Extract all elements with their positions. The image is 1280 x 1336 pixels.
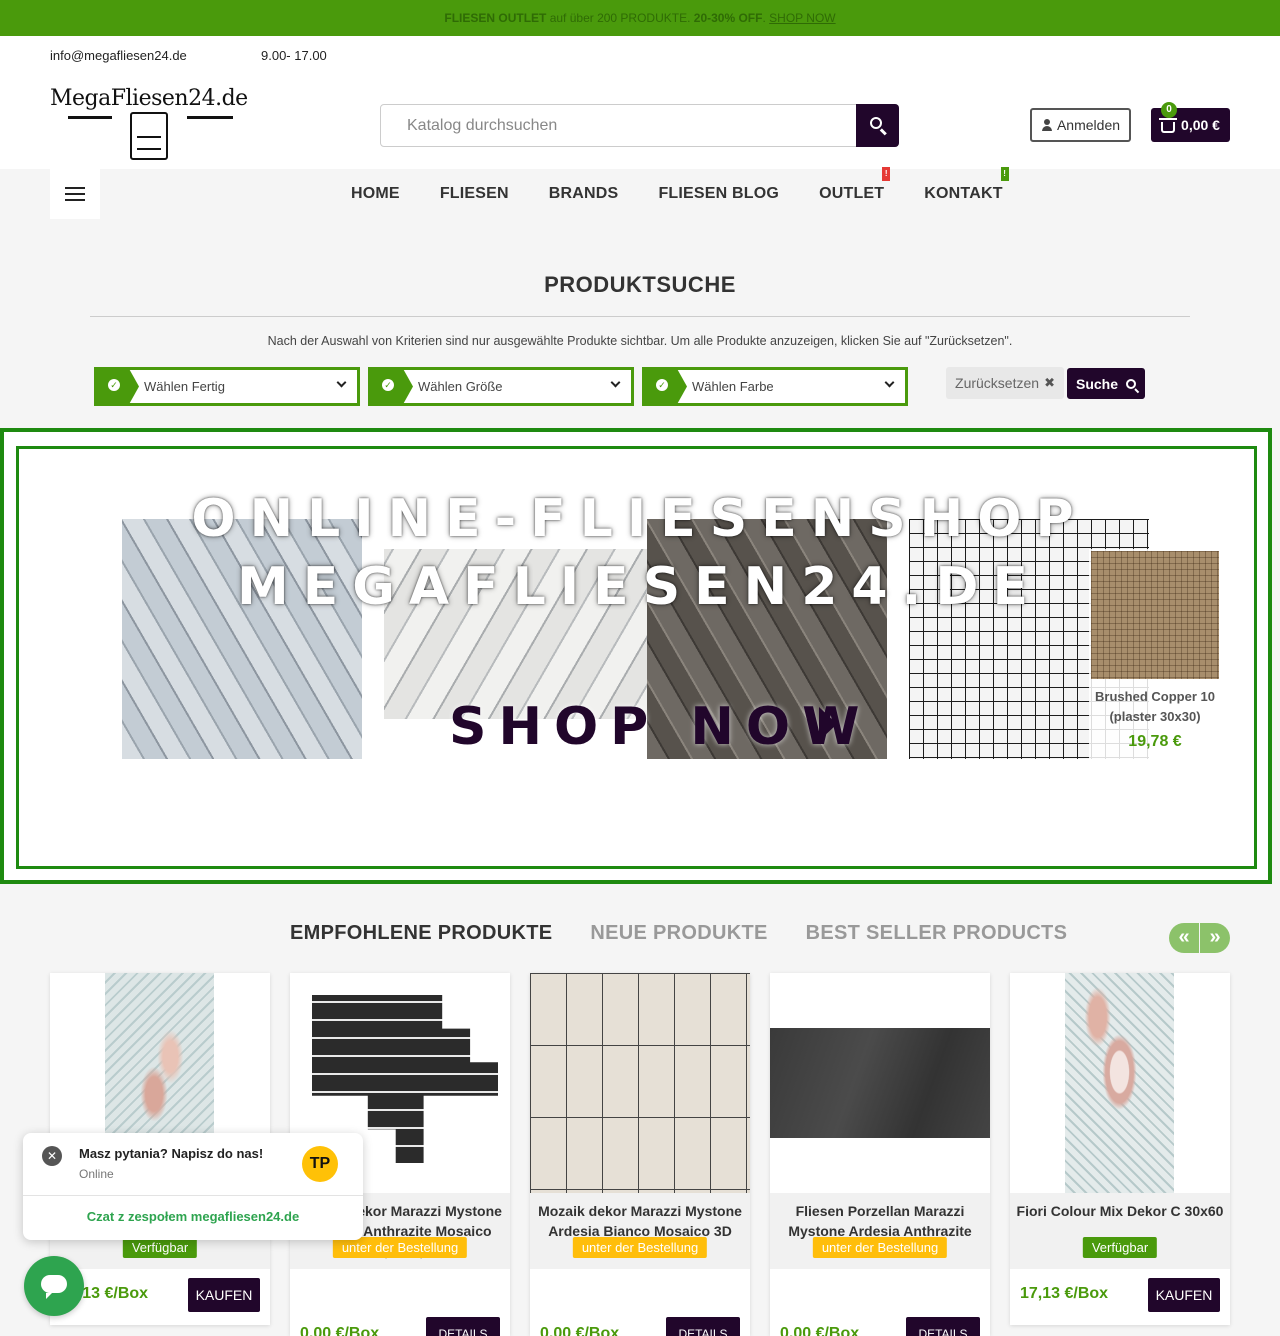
search-icon <box>1126 378 1136 389</box>
search-box <box>380 104 899 147</box>
nav-item-home[interactable]: HOME <box>331 169 420 219</box>
product-price: 0,00 €/Box <box>780 1325 860 1336</box>
chevron-down-icon <box>884 377 895 388</box>
chevron-down-icon <box>336 377 347 388</box>
product-search-title: PRODUKTSUCHE <box>544 272 736 297</box>
search-button[interactable] <box>856 104 899 147</box>
chat-status: Online <box>79 1167 114 1181</box>
status-badge: Verfügbar <box>122 1237 198 1258</box>
tile-image-chevron-grey <box>122 519 362 759</box>
cart-total: 0,00 € <box>1181 117 1220 133</box>
login-button[interactable]: Anmelden <box>1030 108 1131 142</box>
logo-towel-icon <box>130 112 168 160</box>
double-chevron-right-icon[interactable]: » <box>1200 923 1230 953</box>
play-arrow-icon <box>819 707 837 741</box>
hero-shop-now-link[interactable]: SHOP NOW <box>449 697 871 757</box>
product-image[interactable] <box>1010 973 1230 1193</box>
tab-featured[interactable]: EMPFOHLENE PRODUKTE <box>271 922 571 945</box>
hamburger-icon <box>65 187 85 189</box>
logo-text: MegaFliesen24.de <box>50 86 248 111</box>
status-badge: unter der Bestellung <box>572 1237 708 1258</box>
search-input[interactable] <box>381 105 857 146</box>
product-card[interactable]: Fiori Colour Mix Dekor C 30x60 Verfügbar… <box>1010 973 1230 1325</box>
product-name[interactable]: Fiori Colour Mix Dekor C 30x60 <box>1010 1201 1230 1221</box>
chat-popup: ✕ Masz pytania? Napisz do nas! Online TP… <box>23 1133 363 1240</box>
site-header: info@megafliesen24.de 9.00- 17.00 MegaFl… <box>0 36 1280 169</box>
contact-email[interactable]: info@megafliesen24.de <box>50 48 187 63</box>
product-search-note: Nach der Auswahl von Kriterien sind nur … <box>267 334 1013 348</box>
hamburger-menu-button[interactable] <box>50 169 100 219</box>
cart-button[interactable]: 0 0,00 € <box>1151 102 1230 142</box>
status-badge: unter der Bestellung <box>332 1237 468 1258</box>
check-icon <box>97 370 139 403</box>
chat-bubble-icon <box>41 1275 67 1299</box>
login-label: Anmelden <box>1056 117 1121 133</box>
details-button[interactable]: DETAILS <box>906 1317 980 1336</box>
product-card[interactable]: Fliesen Porzellan Marazzi Mystone Ardesi… <box>770 973 990 1336</box>
kontakt-badge: ! <box>1000 167 1009 181</box>
featured-product-price: 19,78 € <box>1128 733 1182 750</box>
cart-count-badge: 0 <box>1161 102 1177 118</box>
promo-shop-now-link[interactable]: SHOP NOW <box>769 11 835 25</box>
tab-bestseller[interactable]: BEST SELLER PRODUCTS <box>787 922 1087 945</box>
details-button[interactable]: DETAILS <box>666 1317 740 1336</box>
divider <box>23 1195 363 1196</box>
main-nav: HOME FLIESEN BRANDS FLIESEN BLOG OUTLET!… <box>331 167 1023 219</box>
promo-discount: 20-30% OFF <box>693 11 763 25</box>
buy-button[interactable]: KAUFEN <box>188 1278 260 1312</box>
product-price: 0,00 €/Box <box>300 1325 380 1336</box>
details-button[interactable]: DETAILS <box>426 1317 500 1336</box>
buy-button[interactable]: KAUFEN <box>1148 1278 1220 1312</box>
status-badge: unter der Bestellung <box>812 1237 948 1258</box>
nav-item-fliesen[interactable]: FLIESEN <box>420 169 529 219</box>
close-icon[interactable]: ✕ <box>42 1146 62 1166</box>
featured-product-name: Brushed Copper 10 (plaster 30x30) <box>1095 689 1215 724</box>
close-icon: ✖ <box>1044 375 1055 390</box>
opening-hours: 9.00- 17.00 <box>261 48 327 63</box>
outlet-badge: ! <box>882 167 891 181</box>
tab-new[interactable]: NEUE PRODUKTE <box>571 922 786 945</box>
product-price: 0,00 €/Box <box>540 1325 620 1336</box>
nav-item-outlet[interactable]: OUTLET! <box>799 167 904 219</box>
avatar: TP <box>302 1146 338 1182</box>
check-icon <box>645 370 687 403</box>
hero-banner[interactable]: Brushed Copper 10 (plaster 30x30) 19,78 … <box>0 428 1272 884</box>
carousel-arrows: « » <box>1169 923 1230 953</box>
chat-title: Masz pytania? Napisz do nas! <box>79 1146 264 1161</box>
user-icon <box>1041 119 1053 131</box>
chat-start-link[interactable]: Czat z zespołem megafliesen24.de <box>23 1209 363 1224</box>
product-price: 17,13 €/Box <box>1020 1285 1109 1302</box>
check-icon <box>371 370 413 403</box>
promo-bar: FLIESEN OUTLET auf über 200 PRODUKTE. 20… <box>0 0 1280 36</box>
chat-open-button[interactable] <box>24 1256 84 1316</box>
chevron-down-icon <box>610 377 621 388</box>
hero-subheadline: MEGAFLIESEN24.DE <box>236 557 1042 617</box>
promo-text: auf über 200 PRODUKTE. <box>546 11 694 25</box>
hero-headline: ONLINE-FLIESENSHOP <box>191 489 1088 549</box>
double-chevron-left-icon[interactable]: « <box>1169 923 1199 953</box>
divider <box>90 316 1190 317</box>
basket-icon <box>1159 117 1178 133</box>
nav-item-blog[interactable]: FLIESEN BLOG <box>638 169 799 219</box>
filter-finish-select[interactable]: Wählen Fertig <box>94 367 360 406</box>
filter-size-select[interactable]: Wählen Größe <box>368 367 634 406</box>
product-image[interactable] <box>770 973 990 1193</box>
logo-bar-left <box>68 116 112 119</box>
filter-search-button[interactable]: Suche <box>1067 368 1145 399</box>
nav-item-kontakt[interactable]: KONTAKT! <box>904 167 1022 219</box>
product-tabs: EMPFOHLENE PRODUKTE NEUE PRODUKTE BEST S… <box>271 922 1086 945</box>
reset-button[interactable]: Zurücksetzen ✖ <box>946 367 1064 399</box>
search-icon <box>870 117 882 129</box>
logo-bar-right <box>187 116 233 119</box>
product-image[interactable] <box>530 973 750 1193</box>
site-logo[interactable]: MegaFliesen24.de <box>50 86 250 162</box>
nav-item-brands[interactable]: BRANDS <box>529 169 639 219</box>
status-badge: Verfügbar <box>1082 1237 1158 1258</box>
product-card[interactable]: Mozaik dekor Marazzi Mystone Ardesia Bia… <box>530 973 750 1336</box>
filter-color-select[interactable]: Wählen Farbe <box>642 367 908 406</box>
promo-outlet: FLIESEN OUTLET <box>444 11 547 25</box>
